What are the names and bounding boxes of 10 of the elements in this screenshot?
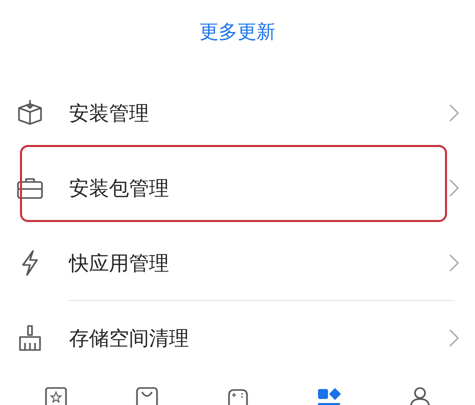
menu-item-label[interactable]: 安装管理 (69, 98, 449, 128)
box-download-icon (15, 98, 45, 128)
menu-item-label[interactable]: 快应用管理 (69, 248, 449, 278)
menu-item-label[interactable]: 安装包管理 (69, 172, 449, 202)
more-updates-link[interactable]: 更多更新 (200, 18, 276, 46)
menu-item-label[interactable]: 存储空间清理 (69, 322, 449, 352)
chevron-right-icon (449, 104, 459, 122)
chevron-right-icon (449, 328, 459, 346)
chevron-right-icon (449, 254, 459, 272)
chevron-right-icon (449, 178, 459, 196)
